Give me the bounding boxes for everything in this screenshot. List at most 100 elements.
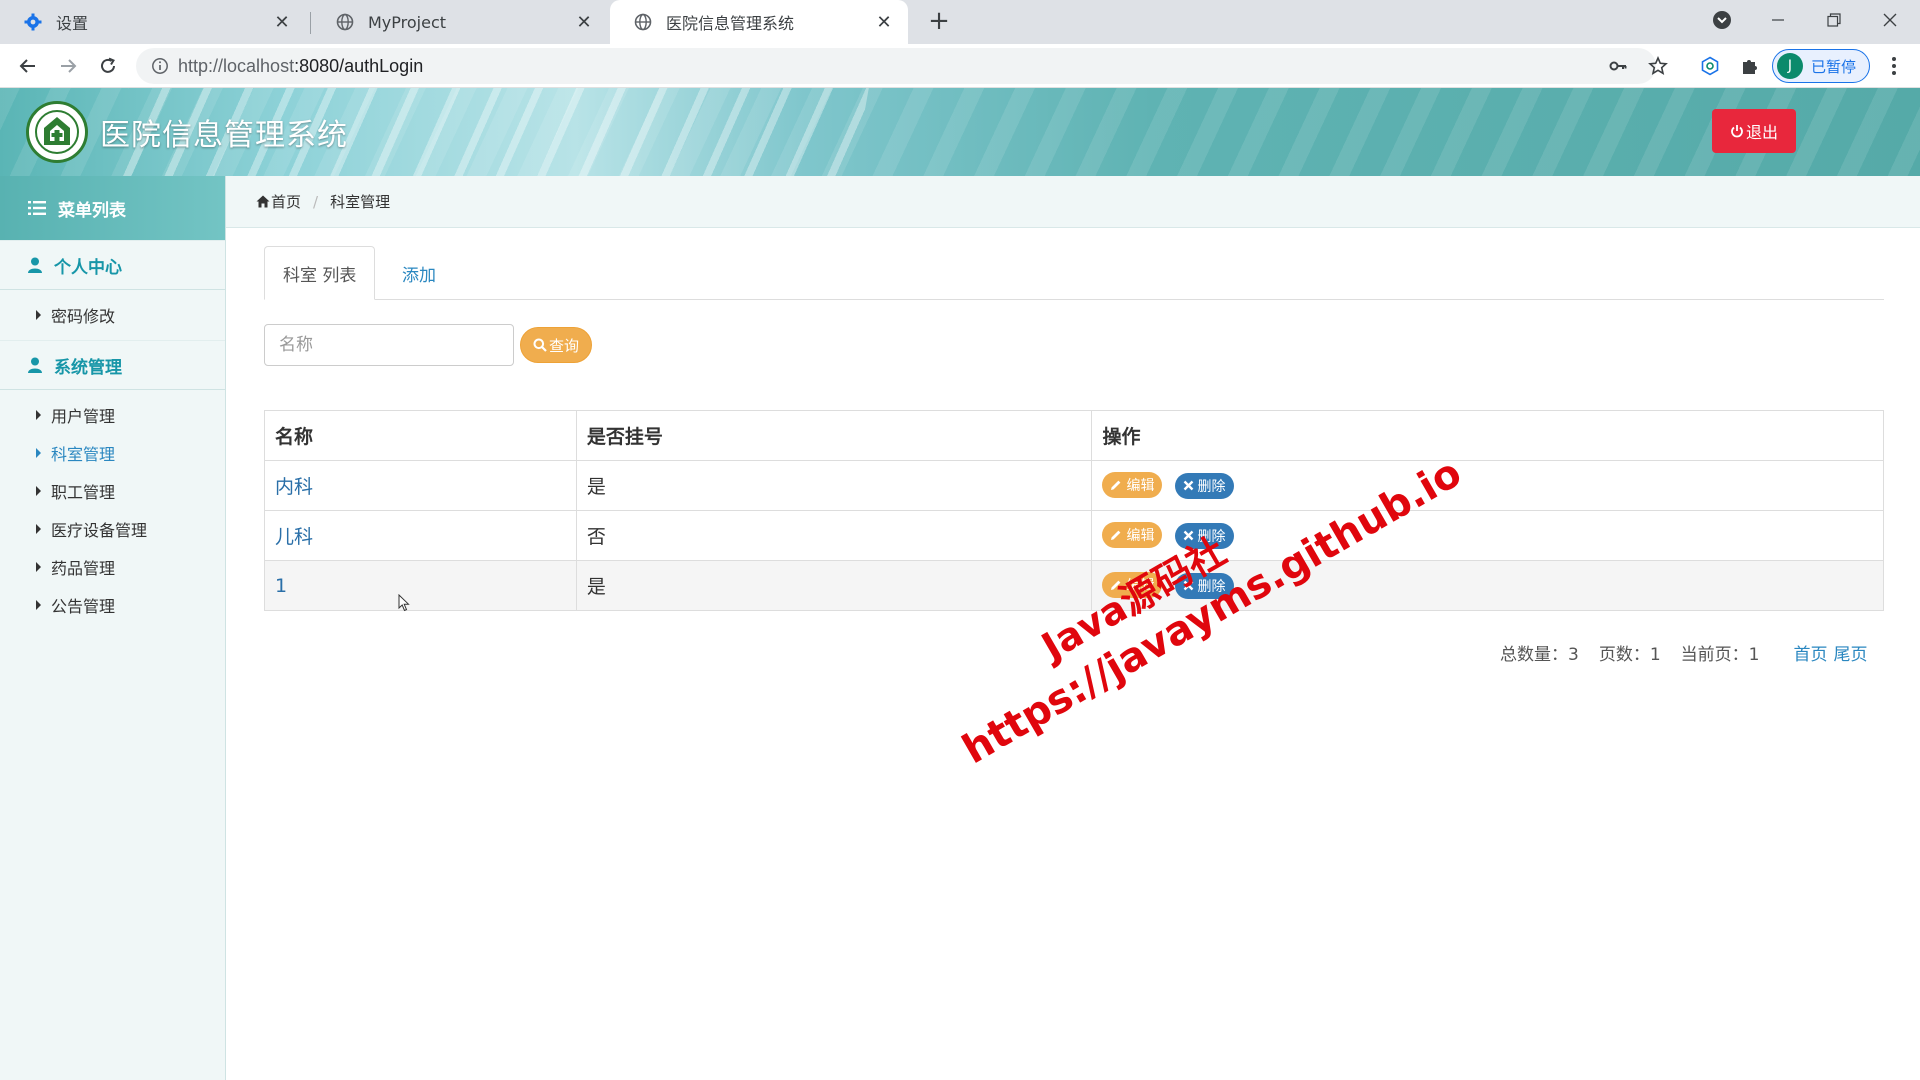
column-header-actions: 操作 (1091, 410, 1884, 461)
delete-button[interactable]: 删除 (1174, 522, 1234, 549)
registered-cell: 是 (575, 560, 1093, 611)
registered-cell: 否 (575, 510, 1093, 561)
last-page-link[interactable]: 尾页 (1833, 640, 1867, 665)
first-page-link[interactable]: 首页 (1793, 640, 1827, 665)
name-search-input[interactable] (264, 324, 514, 366)
sidebar-item-notices[interactable]: 公告管理 (0, 586, 225, 624)
puzzle-extensions-icon[interactable] (1736, 52, 1764, 80)
gear-icon (24, 13, 42, 31)
delete-label: 删除 (1197, 578, 1226, 595)
browser-tab-label: MyProject (368, 12, 447, 32)
app-header: 医院信息管理系统 退出 (0, 88, 1920, 176)
window-close-icon[interactable] (1862, 0, 1918, 40)
hospital-logo (26, 101, 88, 163)
key-icon[interactable] (1604, 52, 1632, 80)
mouse-cursor-icon (398, 593, 410, 616)
profile-button[interactable]: J 已暂停 (1772, 49, 1870, 83)
breadcrumb: 首页 / 科室管理 (226, 176, 1920, 228)
sidebar-item-label: 密码修改 (51, 307, 116, 326)
address-bar-row: http://localhost:8080/authLogin J 已暂停 (0, 44, 1920, 88)
sidebar-item-password[interactable]: 密码修改 (0, 296, 225, 334)
sidebar-menu-title: 菜单列表 (58, 200, 126, 221)
edit-label: 编辑 (1126, 528, 1155, 545)
close-icon[interactable]: ✕ (574, 12, 594, 33)
forward-arrow-icon[interactable] (54, 52, 82, 80)
edit-button[interactable]: 编辑 (1102, 472, 1163, 499)
browser-tab-hospital[interactable]: 医院信息管理系统 ✕ (610, 0, 908, 44)
breadcrumb-current: 科室管理 (330, 193, 391, 211)
close-icon[interactable]: ✕ (874, 12, 894, 33)
sidebar-item-label: 医疗设备管理 (51, 521, 148, 540)
department-table: 名称 是否挂号 操作 内科 是 编辑 删除 儿科 否 编辑 删除 1 是 编辑 … (264, 410, 1884, 611)
table-row: 1 是 编辑 删除 (264, 560, 1884, 611)
home-icon (256, 195, 270, 208)
browser-tab-strip: 设置 ✕ MyProject ✕ 医院信息管理系统 ✕ + (0, 0, 1920, 44)
back-arrow-icon[interactable] (14, 52, 42, 80)
browser-tab-label: 医院信息管理系统 (666, 14, 795, 33)
tab-add[interactable]: 添加 (384, 246, 454, 300)
column-header-registered: 是否挂号 (575, 410, 1093, 461)
sidebar-item-medicine[interactable]: 药品管理 (0, 548, 225, 586)
restore-icon[interactable] (1806, 0, 1862, 40)
new-tab-button[interactable]: + (924, 7, 954, 37)
extension-hexagon-icon[interactable] (1696, 52, 1724, 80)
browser-tab-settings[interactable]: 设置 ✕ (0, 0, 306, 44)
edit-button[interactable]: 编辑 (1102, 522, 1163, 549)
sidebar-item-equipment[interactable]: 医疗设备管理 (0, 510, 225, 548)
pencil-icon (1110, 479, 1122, 491)
delete-label: 删除 (1197, 478, 1226, 495)
delete-button[interactable]: 删除 (1174, 472, 1234, 499)
actions-cell: 编辑 删除 (1091, 560, 1884, 611)
kebab-menu-icon[interactable] (1882, 52, 1906, 80)
breadcrumb-home[interactable]: 首页 (256, 191, 301, 212)
edit-label: 编辑 (1126, 478, 1155, 495)
caret-right-icon (36, 562, 41, 572)
user-icon (28, 357, 42, 373)
star-bookmark-icon[interactable] (1644, 52, 1672, 80)
search-button[interactable]: 查询 (520, 327, 592, 363)
close-icon[interactable]: ✕ (272, 12, 292, 33)
search-icon (533, 338, 547, 352)
sidebar-item-label: 用户管理 (51, 407, 116, 426)
actions-cell: 编辑 删除 (1091, 510, 1884, 561)
tab-search-icon[interactable] (1694, 0, 1750, 40)
x-icon (1183, 480, 1194, 491)
sidebar-item-users[interactable]: 用户管理 (0, 396, 225, 434)
sidebar-item-staff[interactable]: 职工管理 (0, 472, 225, 510)
delete-label: 删除 (1197, 528, 1226, 545)
caret-right-icon (36, 310, 41, 320)
info-icon[interactable] (142, 57, 178, 75)
minimize-icon[interactable] (1750, 0, 1806, 40)
edit-button[interactable]: 编辑 (1102, 572, 1163, 599)
power-icon (1730, 124, 1744, 138)
caret-right-icon (36, 600, 41, 610)
browser-tab-label: 设置 (56, 14, 89, 33)
app-title: 医院信息管理系统 (100, 118, 348, 153)
caret-right-icon (36, 524, 41, 534)
url-bar[interactable]: http://localhost:8080/authLogin (136, 48, 1656, 84)
sidebar-item-departments[interactable]: 科室管理 (0, 434, 225, 472)
browser-tab-myproject[interactable]: MyProject ✕ (312, 0, 608, 44)
sidebar-item-label: 公告管理 (51, 597, 116, 616)
logout-button[interactable]: 退出 (1712, 109, 1796, 153)
department-name-link[interactable]: 1 (264, 560, 577, 611)
delete-button[interactable]: 删除 (1174, 572, 1234, 599)
registered-cell: 是 (575, 460, 1093, 511)
department-name-link[interactable]: 内科 (264, 460, 577, 511)
page-count: 页数：1 (1598, 645, 1661, 665)
avatar: J (1777, 53, 1803, 79)
sidebar-group-system[interactable]: 系统管理 (0, 340, 225, 390)
pencil-icon (1110, 579, 1122, 591)
edit-label: 编辑 (1126, 578, 1155, 595)
breadcrumb-home-label: 首页 (271, 193, 302, 211)
tab-department-list[interactable]: 科室 列表 (264, 246, 376, 300)
current-page: 当前页：1 (1680, 645, 1760, 665)
logout-label: 退出 (1745, 123, 1778, 142)
department-name-link[interactable]: 儿科 (264, 510, 577, 561)
reload-icon[interactable] (94, 52, 122, 80)
sidebar-group-personal[interactable]: 个人中心 (0, 240, 225, 290)
sidebar-group-label: 个人中心 (54, 257, 122, 278)
total-count: 总数量：3 (1500, 645, 1579, 665)
table-row: 儿科 否 编辑 删除 (264, 510, 1884, 561)
sidebar-item-label: 职工管理 (51, 483, 116, 502)
